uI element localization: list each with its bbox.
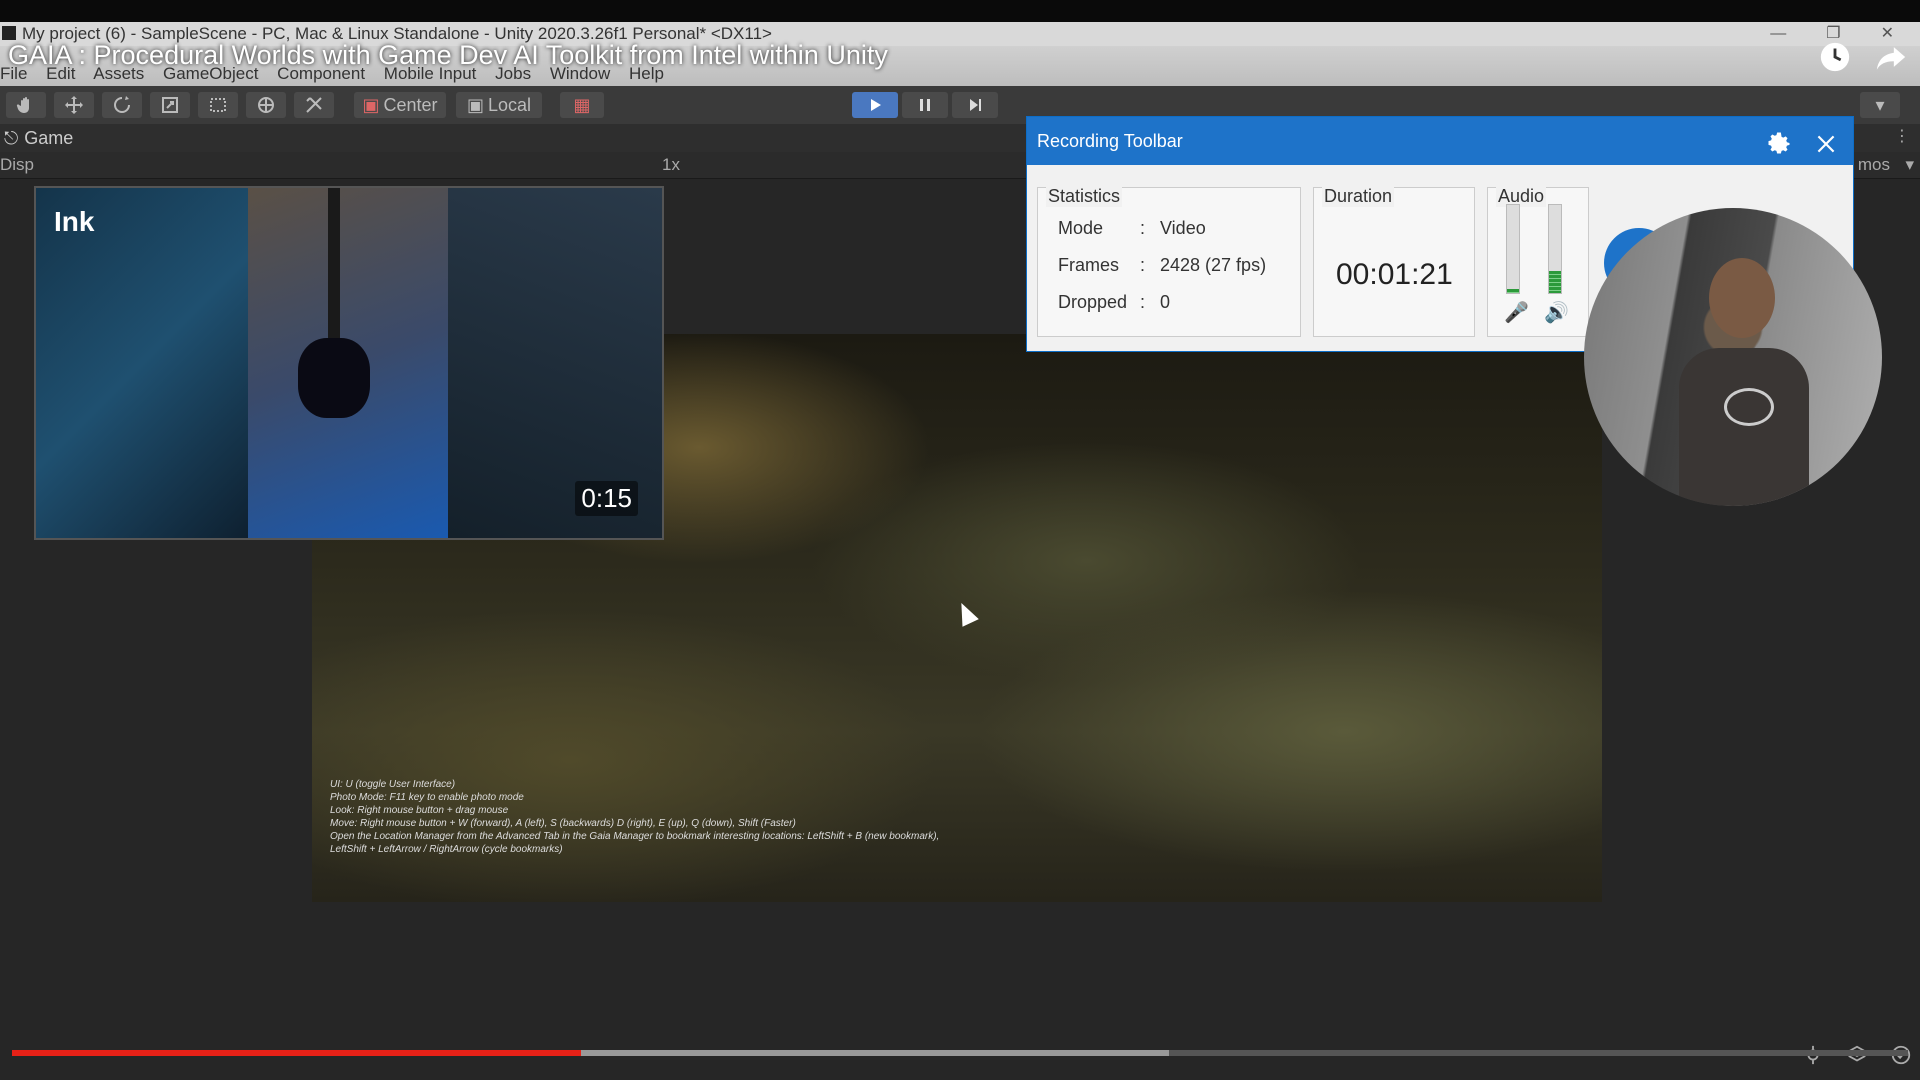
scale-icon (162, 97, 178, 113)
help-line: Move: Right mouse button + W (forward), … (330, 818, 796, 829)
display-dropdown[interactable]: Disp (0, 155, 34, 175)
video-overlay-actions (1818, 40, 1908, 79)
layout-dropdown[interactable]: ▾ (1860, 92, 1900, 118)
video-progress-bar[interactable] (12, 1050, 1908, 1056)
statistics-group: Statistics Mode: Video Frames:2428 (27 fp… (1037, 186, 1301, 337)
help-line: LeftShift + LeftArrow / RightArrow (cycl… (330, 844, 563, 855)
speaker-icon[interactable]: 🔊 (1544, 300, 1569, 325)
pivot-center-toggle[interactable]: ▣ Center (354, 92, 446, 118)
ink-bottle-image (298, 338, 370, 418)
grid-snap-button[interactable]: ▦ (560, 92, 604, 118)
dropped-key: Dropped (1058, 292, 1128, 312)
recording-toolbar-header: Recording Toolbar (1027, 117, 1853, 165)
help-line: Photo Mode: F11 key to enable photo mode (330, 792, 524, 803)
stat-mode: Mode: Video (1058, 218, 1206, 239)
hand-icon (16, 97, 29, 113)
ink-preview-left (36, 188, 248, 538)
separator: : (1140, 218, 1146, 238)
step-button[interactable] (952, 92, 998, 118)
gamepad-icon: ⎋ (4, 128, 19, 148)
mic-level-fill (1507, 288, 1519, 293)
tools-icon (306, 97, 322, 113)
gear-icon[interactable] (1765, 127, 1793, 175)
webcam-person-head (1709, 258, 1775, 338)
game-tab-label: Game (24, 128, 74, 148)
rect-icon (210, 98, 226, 112)
frames-key: Frames (1058, 255, 1120, 275)
watch-later-icon[interactable] (1818, 40, 1852, 79)
ink-preview-time: 0:15 (575, 481, 638, 516)
gizmos-button[interactable]: mos (1858, 155, 1890, 175)
stat-frames: Frames:2428 (27 fps) (1058, 255, 1266, 276)
play-button[interactable] (852, 92, 898, 118)
unity-logo-icon (2, 26, 16, 40)
scale-label: 1x (662, 155, 680, 174)
mic-level-meter (1506, 204, 1520, 294)
transform-tool-button[interactable] (246, 92, 286, 118)
help-line: Look: Right mouse button + drag mouse (330, 805, 509, 816)
speaker-level-meter (1548, 204, 1562, 294)
close-icon[interactable] (1813, 127, 1839, 175)
transform-icon (258, 97, 274, 113)
move-icon (65, 96, 83, 114)
step-icon (970, 99, 981, 111)
microphone-icon[interactable]: 🎤 (1504, 300, 1529, 325)
separator: : (1140, 255, 1146, 275)
pivot-label: Center (383, 94, 438, 115)
settings-icon[interactable] (1802, 1044, 1824, 1071)
rotate-icon (114, 96, 130, 113)
game-help-text: UI: U (toggle User Interface) Photo Mode… (330, 778, 939, 856)
mode-key: Mode (1058, 218, 1104, 238)
duration-group: Duration 00:01:21 (1313, 186, 1475, 337)
share-icon[interactable] (1874, 40, 1908, 79)
bottom-controls (1802, 1044, 1912, 1071)
webcam-person-shirt (1679, 348, 1809, 506)
played-fill (12, 1050, 581, 1056)
check-icon[interactable] (1890, 1044, 1912, 1071)
frames-value: 2428 (27 fps) (1160, 255, 1267, 275)
rect-tool-button[interactable] (198, 92, 238, 118)
layers-icon[interactable] (1846, 1044, 1868, 1071)
space-local-toggle[interactable]: ▣ Local (456, 92, 542, 118)
duration-label: Duration (1322, 186, 1395, 207)
video-title: GAIA : Procedural Worlds with Game Dev A… (8, 40, 888, 70)
hand-tool-button[interactable] (6, 92, 46, 118)
tab-game[interactable]: ⎋ Game (4, 128, 73, 149)
pause-icon (920, 99, 930, 111)
minimize-icon[interactable]: — (1770, 22, 1786, 46)
mode-value: Video (1160, 218, 1206, 238)
rotate-tool-button[interactable] (102, 92, 142, 118)
move-tool-button[interactable] (54, 92, 94, 118)
stat-dropped: Dropped:0 (1058, 292, 1170, 313)
grid-snap-icon: ▦ (573, 94, 591, 115)
separator: : (1140, 292, 1146, 312)
audio-label: Audio (1496, 186, 1547, 207)
ink-preview-title: Ink (54, 206, 95, 237)
custom-tool-button[interactable] (294, 92, 334, 118)
help-line: Open the Location Manager from the Advan… (330, 831, 940, 842)
help-line: UI: U (toggle User Interface) (330, 779, 456, 790)
pause-button[interactable] (902, 92, 948, 118)
speaker-level-fill (1549, 271, 1561, 293)
gizmos-dropdown-icon[interactable]: ▾ (1905, 155, 1914, 175)
play-icon (871, 99, 881, 111)
webcam-overlay (1584, 208, 1882, 506)
scale-tool-button[interactable] (150, 92, 190, 118)
video-frame: My project (6) - SampleScene - PC, Mac &… (0, 22, 1920, 1080)
space-label: Local (487, 94, 532, 115)
pivot-icon: ▣ (362, 94, 380, 115)
webcam-shirt-logo (1724, 388, 1774, 426)
recording-toolbar-title: Recording Toolbar (1037, 131, 1183, 151)
audio-group: Audio 🎤 🔊 (1487, 186, 1589, 337)
duration-value: 00:01:21 (1336, 258, 1453, 291)
statistics-label: Statistics (1046, 186, 1123, 207)
chevron-down-icon: ▾ (1875, 94, 1885, 115)
local-cube-icon: ▣ (466, 94, 484, 115)
dropped-value: 0 (1160, 292, 1171, 312)
ink-preview-card[interactable]: Ink 0:15 (34, 186, 664, 540)
more-options-icon[interactable]: ⋮ (1894, 126, 1910, 146)
